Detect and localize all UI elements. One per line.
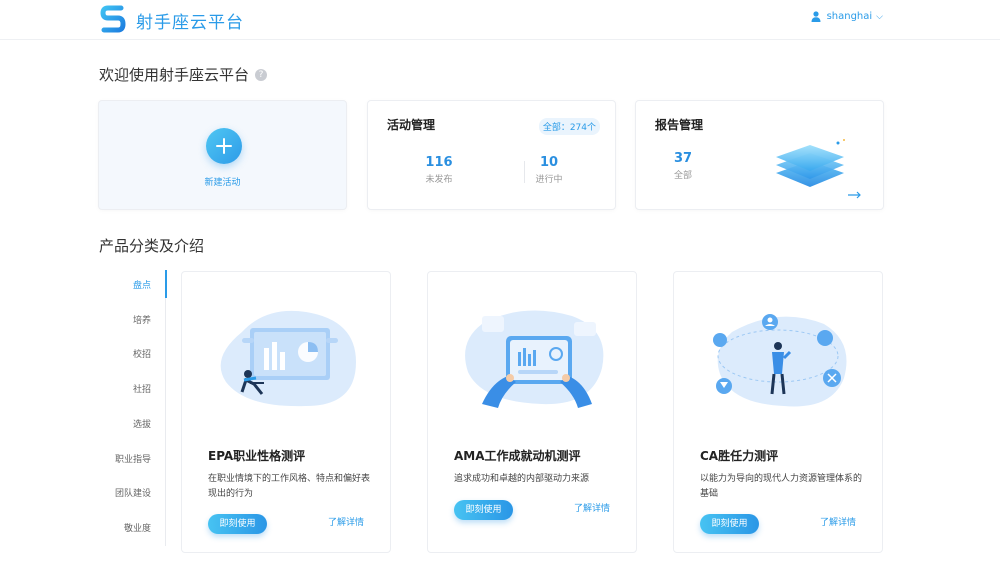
stat-value: 37 <box>673 151 693 166</box>
tablet-hands-illustration-icon <box>465 310 604 408</box>
stat-value: 10 <box>539 155 559 170</box>
new-activity-label: 新建活动 <box>204 178 241 188</box>
plus-icon[interactable] <box>206 128 242 164</box>
report-title: 报告管理 <box>655 118 704 132</box>
arrow-right-icon[interactable] <box>848 191 862 199</box>
nav-item-career-guidance[interactable]: 职业指导 <box>115 452 151 465</box>
learn-more-link[interactable]: 了解详情 <box>820 515 856 528</box>
category-nav: 盘点 培养 校招 社招 选拔 职业指导 团队建设 敬业度 <box>98 270 167 546</box>
help-icon[interactable]: ? <box>255 68 268 81</box>
chart-person-illustration-icon <box>220 310 356 407</box>
nav-item-social-recruit[interactable]: 社招 <box>133 382 151 395</box>
product-description: 在职业情境下的工作风格、特点和偏好表现出的行为 <box>208 474 371 499</box>
page-title: 欢迎使用射手座云平台 <box>99 66 250 84</box>
new-activity-card[interactable]: 新建活动 <box>98 100 347 210</box>
stat-label: 进行中 <box>535 175 563 185</box>
s-logo-icon <box>100 2 126 38</box>
nav-item-training[interactable]: 培养 <box>133 313 151 326</box>
user-icon <box>811 11 821 22</box>
product-card-ama[interactable]: AMA工作成就动机测评 追求成功和卓越的内部驱动力来源 即刻使用 了解详情 <box>427 271 637 553</box>
activity-total-badge[interactable]: 全部：274个 <box>538 118 600 135</box>
logo-text: 射手座云平台 <box>136 12 244 33</box>
use-now-button[interactable]: 即刻使用 <box>454 500 513 520</box>
stat-unpublished[interactable]: 116 未发布 <box>404 155 474 185</box>
user-menu[interactable]: shanghai ⌵ <box>811 11 883 22</box>
stat-report-total[interactable]: 37 全部 <box>648 151 718 181</box>
report-management-card[interactable]: 报告管理 37 全部 <box>635 100 884 210</box>
learn-more-link[interactable]: 了解详情 <box>328 515 364 528</box>
activity-management-card[interactable]: 活动管理 全部：274个 116 未发布 10 进行中 <box>367 100 616 210</box>
top-bar: 射手座云平台 shanghai ⌵ <box>0 0 1000 40</box>
product-card-ca[interactable]: CA胜任力测评 以能力为导向的现代人力资源管理体系的基础 即刻使用 了解详情 <box>673 271 883 553</box>
logo[interactable]: 射手座云平台 <box>100 2 244 38</box>
products-section-title: 产品分类及介绍 <box>99 237 205 255</box>
product-name: CA胜任力测评 <box>700 449 779 463</box>
product-name: AMA工作成就动机测评 <box>454 449 581 463</box>
active-nav-indicator <box>165 270 167 298</box>
user-name: shanghai <box>826 11 873 22</box>
nav-item-engagement[interactable]: 敬业度 <box>124 521 151 534</box>
product-description: 追求成功和卓越的内部驱动力来源 <box>454 474 590 484</box>
use-now-button[interactable]: 即刻使用 <box>208 514 267 534</box>
stat-in-progress[interactable]: 10 进行中 <box>514 155 584 185</box>
layers-illustration-icon <box>776 139 845 187</box>
stat-label: 全部 <box>673 171 692 181</box>
activity-title: 活动管理 <box>387 118 436 132</box>
product-card-epa[interactable]: EPA职业性格测评 在职业情境下的工作风格、特点和偏好表现出的行为 即刻使用 了… <box>181 271 391 553</box>
nav-item-selection[interactable]: 选拔 <box>133 417 151 430</box>
learn-more-link[interactable]: 了解详情 <box>574 501 610 514</box>
welcome-heading: 欢迎使用射手座云平台 ? <box>99 64 268 85</box>
nav-item-campus-recruit[interactable]: 校招 <box>133 347 151 360</box>
product-description: 以能力为导向的现代人力资源管理体系的基础 <box>700 474 863 499</box>
nav-item-inventory[interactable]: 盘点 <box>133 278 151 291</box>
chevron-down-icon: ⌵ <box>876 11 883 22</box>
competency-network-illustration-icon <box>713 314 847 407</box>
stat-label: 未发布 <box>425 175 453 185</box>
use-now-button[interactable]: 即刻使用 <box>700 514 759 534</box>
product-name: EPA职业性格测评 <box>208 449 306 463</box>
stat-value: 116 <box>425 155 453 170</box>
nav-item-team-building[interactable]: 团队建设 <box>115 486 151 499</box>
